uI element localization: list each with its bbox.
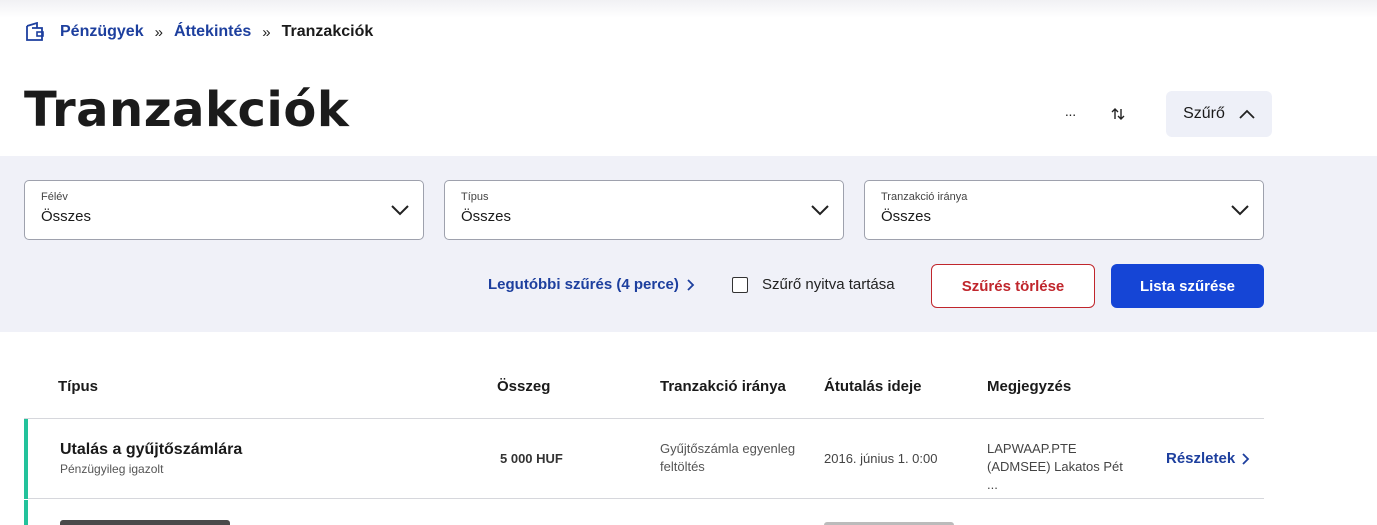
filter-toggle-label: Szűrő [1183,105,1225,122]
chevron-down-icon [811,205,829,216]
status-accent-bar [24,500,28,525]
row-type-status: Pénzügyileg igazolt [60,462,164,476]
direction-select-label: Tranzakció iránya [881,191,968,203]
direction-select-value: Összes [881,208,932,225]
chevron-down-icon [391,205,409,216]
top-shade [0,0,1377,18]
clear-filter-button[interactable]: Szűrés törlése [931,264,1095,308]
keep-open-option[interactable]: Szűrő nyitva tartása [732,276,895,293]
row-amount: 5 000 HUF [500,451,563,466]
breadcrumb: Pénzügyek » Áttekintés » Tranzakciók [24,20,373,44]
row-details-link[interactable]: Részletek [1166,450,1250,467]
more-button[interactable]: ··· [1050,94,1090,134]
column-header-date: Átutalás ideje [824,378,922,395]
filter-toggle-button[interactable]: Szűrő [1166,91,1272,137]
column-header-direction: Tranzakció iránya [660,378,786,395]
type-select-label: Típus [461,191,489,203]
table-row: Utalás a gyűjtőszámlára Pénzügyileg igaz… [24,419,1264,499]
chevron-right-icon [1242,452,1250,465]
keep-open-checkbox[interactable] [732,276,748,293]
table-row-partial [24,500,1264,525]
chevron-right-icon [687,278,695,291]
column-header-note: Megjegyzés [987,378,1072,395]
filter-panel: Félév Összes Típus Összes Tranzakció irá… [0,156,1377,332]
semester-select[interactable]: Félév Összes [24,180,424,240]
row-direction: Gyűjtőszámla egyenleg feltöltés [660,441,796,474]
type-select[interactable]: Típus Összes [444,180,844,240]
apply-filter-button[interactable]: Lista szűrése [1111,264,1264,308]
column-header-type: Típus [58,378,98,395]
row-date: 2016. június 1. 0:00 [824,451,938,466]
keep-open-label: Szűrő nyitva tartása [762,276,895,293]
status-accent-bar [24,419,28,499]
direction-select[interactable]: Tranzakció iránya Összes [864,180,1264,240]
breadcrumb-separator: » [262,23,271,41]
breadcrumb-link-overview[interactable]: Áttekintés [174,23,251,41]
row-note: LAPWAAP.PTE (ADMSEE) Lakatos Pét ... [987,441,1123,492]
recent-filter-link[interactable]: Legutóbbi szűrés (4 perce) [488,276,695,293]
type-select-value: Összes [461,208,512,225]
semester-select-label: Félév [41,191,68,203]
table-header: Típus Összeg Tranzakció iránya Átutalás … [0,374,1377,398]
recent-filter-label: Legutóbbi szűrés (4 perce) [488,276,679,293]
breadcrumb-separator: » [154,23,163,41]
semester-select-value: Összes [41,208,92,225]
sort-button[interactable] [1098,94,1138,134]
row-type-title: Utalás a gyűjtőszámlára [60,441,243,458]
more-horizontal-icon: ··· [1064,106,1077,122]
page-title: Tranzakciók [24,82,350,138]
wallet-icon [24,21,46,43]
sort-arrows-icon [1111,108,1125,120]
row-details-label: Részletek [1166,450,1236,467]
chevron-down-icon [1231,205,1249,216]
header-actions: ··· Szűrő [1050,91,1272,137]
row-type-title-cropped [60,520,230,525]
column-header-amount: Összeg [497,378,551,395]
breadcrumb-link-finances[interactable]: Pénzügyek [60,23,144,41]
chevron-up-icon [1239,109,1255,119]
breadcrumb-current: Tranzakciók [281,23,374,40]
